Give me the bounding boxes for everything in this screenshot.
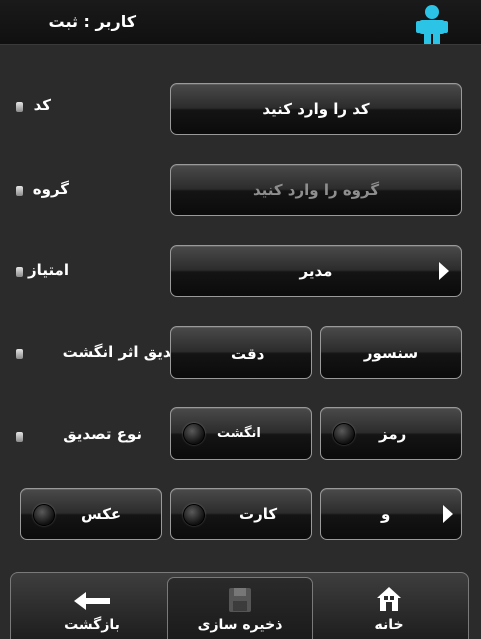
and-select[interactable]: و: [320, 488, 462, 540]
finger-radio-button[interactable]: انگشت: [170, 407, 312, 460]
back-label: بازگشت: [64, 617, 120, 633]
user-icon: [416, 5, 448, 44]
save-icon: [229, 588, 251, 612]
home-icon: [377, 587, 401, 611]
password-option-label: رمز: [379, 425, 407, 443]
back-arrow-icon: [74, 592, 110, 610]
group-label: گروه: [32, 180, 69, 198]
code-input[interactable]: کد را وارد کنید: [170, 83, 462, 135]
accuracy-button-label: دقت: [231, 345, 265, 363]
code-input-placeholder: کد را وارد کنید: [262, 100, 370, 118]
verification-type-bullet-icon: [16, 432, 23, 442]
privilege-label: امتیاز: [28, 261, 69, 279]
fingerprint-bullet-icon: [16, 349, 23, 359]
home-label: خانه: [374, 617, 404, 633]
save-button[interactable]: ذخیره سازی: [167, 577, 313, 639]
verification-type-label: نوع تصدیق: [63, 425, 142, 443]
card-radio-button[interactable]: کارت: [170, 488, 312, 540]
chevron-right-icon: [439, 262, 449, 280]
and-option-label: و: [381, 505, 391, 523]
chevron-right-icon: [443, 505, 453, 523]
home-button[interactable]: خانه: [333, 577, 445, 639]
radio-icon: [33, 504, 55, 526]
finger-option-label: انگشت: [217, 426, 261, 441]
accuracy-button[interactable]: دقت: [170, 326, 312, 379]
back-button[interactable]: بازگشت: [36, 577, 148, 639]
photo-option-label: عکس: [81, 505, 122, 523]
radio-icon: [333, 423, 355, 445]
radio-icon: [183, 423, 205, 445]
code-bullet-icon: [16, 102, 23, 112]
privilege-select[interactable]: مدیر: [170, 245, 462, 297]
sensor-button-label: سنسور: [363, 343, 419, 362]
privilege-value: مدیر: [299, 262, 333, 280]
password-radio-button[interactable]: رمز: [320, 407, 462, 460]
save-label: ذخیره سازی: [197, 617, 283, 633]
card-option-label: کارت: [239, 505, 278, 523]
photo-radio-button[interactable]: عکس: [20, 488, 162, 540]
group-input-placeholder: گروه را وارد کنید: [252, 181, 380, 199]
privilege-bullet-icon: [16, 267, 23, 277]
page-title: کاربر : ثبت: [48, 12, 137, 31]
group-bullet-icon: [16, 186, 23, 196]
title-bar: کاربر : ثبت: [0, 0, 481, 45]
radio-icon: [183, 504, 205, 526]
code-label: کد: [33, 96, 51, 114]
sensor-button[interactable]: سنسور: [320, 326, 462, 379]
group-input[interactable]: گروه را وارد کنید: [170, 164, 462, 216]
